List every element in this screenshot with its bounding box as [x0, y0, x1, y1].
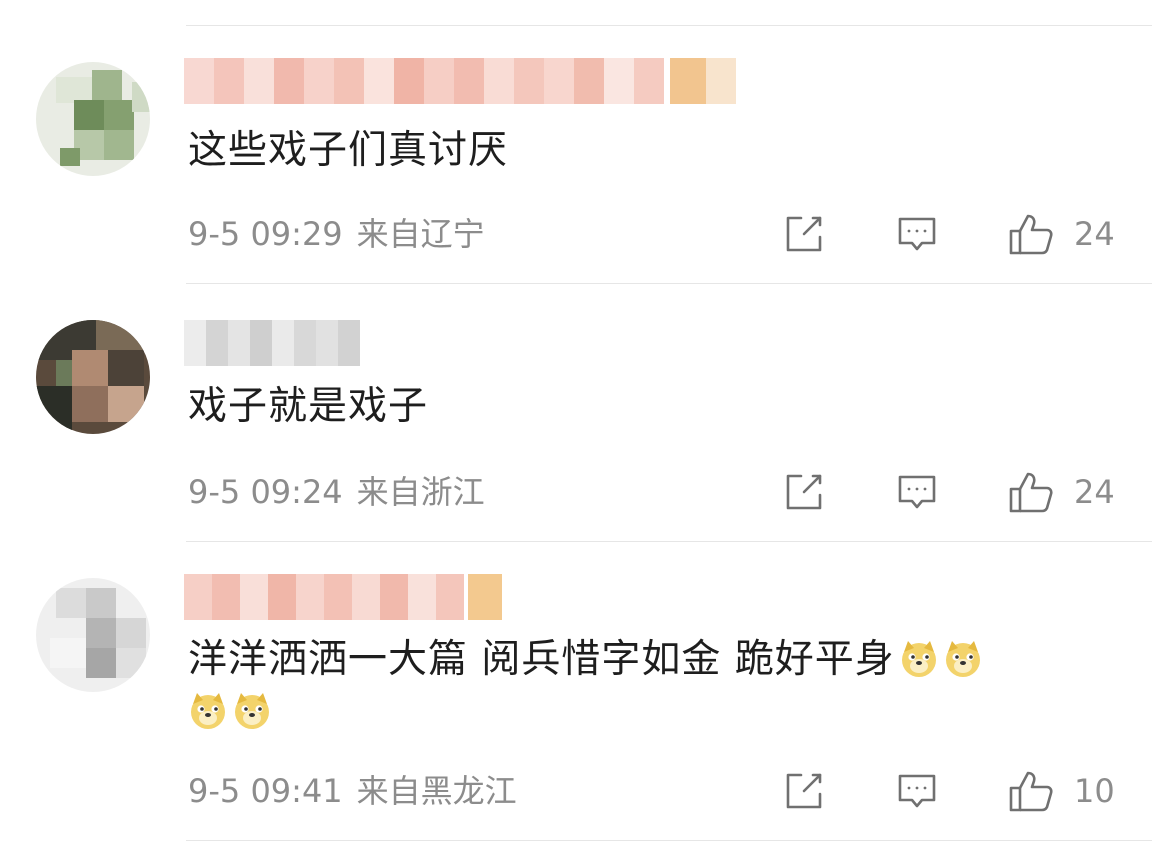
like-count: 24 — [1074, 215, 1115, 253]
doge-emoji — [191, 693, 225, 729]
comment-text: 这些戏子们真讨厌 — [188, 128, 509, 173]
comment-meta: 9-5 09:24 来自浙江 — [188, 472, 485, 512]
comment-item: 这些戏子们真讨厌 9-5 09:29 来自辽宁 24 — [0, 0, 1152, 284]
comment-text: 戏子就是戏子 — [188, 384, 429, 429]
bottom-divider — [186, 840, 1152, 841]
comment-meta: 9-5 09:29 来自辽宁 — [188, 214, 485, 254]
avatar[interactable] — [36, 578, 150, 692]
comment-location: 来自黑龙江 — [356, 772, 517, 810]
comment-text-block: 洋洋洒洒一大篇 阅兵惜字如金 跪好平身 — [188, 634, 1088, 738]
doge-emoji — [901, 641, 936, 677]
doge-emoji — [945, 641, 980, 677]
comment-time: 9-5 09:41 — [188, 772, 343, 810]
like-count: 10 — [1074, 772, 1115, 810]
comment-location: 来自辽宁 — [356, 215, 485, 253]
comment-meta: 9-5 09:41 来自黑龙江 — [188, 771, 517, 811]
comment-time: 9-5 09:29 — [188, 215, 343, 253]
like-button[interactable]: 24 — [1008, 211, 1115, 257]
comment-icon — [898, 217, 936, 251]
avatar[interactable] — [36, 320, 150, 434]
thumbs-up-icon — [1009, 771, 1053, 812]
comment-button[interactable] — [896, 768, 938, 814]
thumbs-up-icon — [1009, 472, 1053, 513]
avatar[interactable] — [36, 62, 150, 176]
repost-icon — [786, 773, 822, 809]
comment-button[interactable] — [896, 211, 938, 257]
repost-icon — [786, 216, 822, 252]
username-blurred[interactable] — [184, 58, 744, 104]
repost-button[interactable] — [783, 211, 825, 257]
comment-item: 戏子就是戏子 9-5 09:24 来自浙江 24 — [0, 284, 1152, 542]
thumbs-up-icon — [1009, 214, 1053, 255]
comment-item: 洋洋洒洒一大篇 阅兵惜字如金 跪好平身 9-5 09:41 来自黑龙江 10 — [0, 542, 1152, 859]
repost-button[interactable] — [783, 768, 825, 814]
like-button[interactable]: 10 — [1008, 768, 1115, 814]
doge-emoji — [235, 693, 269, 729]
comment-icon — [898, 475, 936, 509]
username-blurred[interactable] — [184, 574, 524, 620]
comment-text: 洋洋洒洒一大篇 阅兵惜字如金 跪好平身 — [188, 637, 895, 682]
repost-icon — [786, 474, 822, 510]
repost-button[interactable] — [783, 469, 825, 515]
comment-time: 9-5 09:24 — [188, 473, 343, 511]
comment-location: 来自浙江 — [356, 473, 485, 511]
like-count: 24 — [1074, 473, 1115, 511]
comment-button[interactable] — [896, 469, 938, 515]
like-button[interactable]: 24 — [1008, 469, 1115, 515]
comment-icon — [898, 774, 936, 808]
username-blurred[interactable] — [184, 320, 374, 366]
